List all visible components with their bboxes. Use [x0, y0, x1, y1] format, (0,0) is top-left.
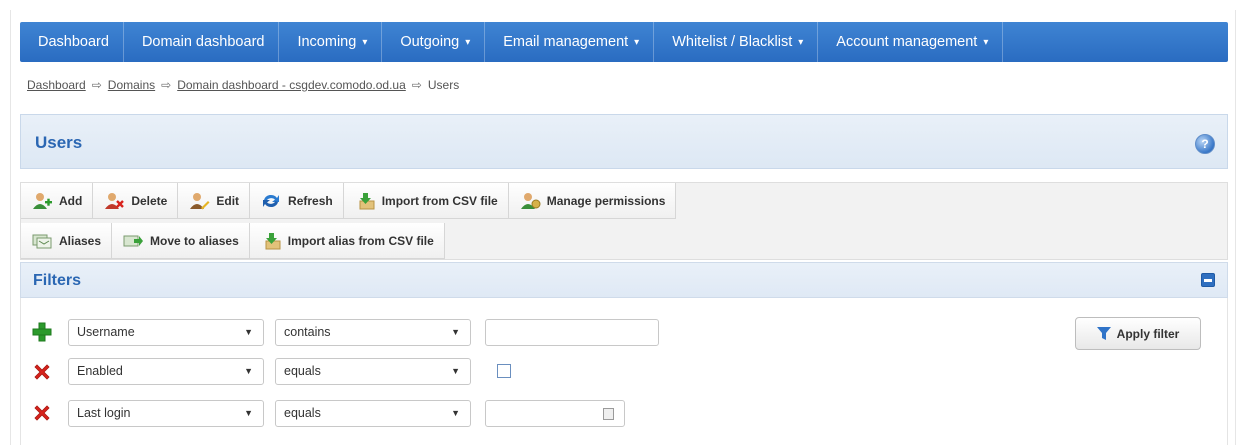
nav-label: Incoming — [297, 34, 357, 50]
button-label: Manage permissions — [546, 193, 666, 208]
filter-row: Last login ▼ equals ▼ — [32, 399, 1032, 427]
filter-value-checkbox[interactable] — [497, 364, 511, 378]
button-label: Add — [59, 193, 83, 208]
nav-domain-dashboard[interactable]: Domain dashboard — [124, 22, 280, 62]
dropdown-arrow-icon: ▼ — [244, 327, 253, 337]
dropdown-arrow-icon: ▼ — [244, 408, 253, 418]
aliases-icon — [32, 234, 52, 248]
permissions-icon — [520, 192, 541, 209]
button-label: Delete — [131, 193, 168, 208]
dropdown-arrow-icon: ▼ — [244, 366, 253, 376]
import-csv-icon — [359, 192, 375, 209]
add-user-button[interactable]: Add — [21, 183, 94, 219]
button-label: Import from CSV file — [381, 193, 498, 208]
dropdown-arrow-icon: ▼ — [451, 408, 460, 418]
nav-label: Whitelist / Blacklist — [672, 34, 793, 50]
chevron-down-icon: ▾ — [362, 36, 368, 48]
filter-field-select[interactable]: Username ▼ — [68, 319, 264, 346]
help-icon[interactable]: ? — [1195, 134, 1215, 154]
select-value: Last login — [77, 406, 131, 420]
button-label: Aliases — [59, 233, 102, 248]
filter-field-select[interactable]: Last login ▼ — [68, 400, 264, 427]
select-value: equals — [284, 406, 321, 420]
refresh-icon — [263, 194, 280, 207]
select-value: Enabled — [77, 364, 123, 378]
move-to-aliases-button[interactable]: Move to aliases — [112, 223, 250, 259]
delete-user-button[interactable]: Delete — [93, 183, 179, 219]
calendar-icon[interactable] — [603, 408, 614, 420]
nav-dashboard[interactable]: Dashboard — [20, 22, 124, 62]
dropdown-arrow-icon: ▼ — [451, 366, 460, 376]
move-to-aliases-icon — [123, 235, 144, 246]
toolbar-row-2: Aliases Move to aliases Import alias fro… — [21, 223, 445, 259]
breadcrumb-link-domains[interactable]: Domains — [108, 78, 155, 92]
manage-permissions-button[interactable]: Manage permissions — [508, 183, 677, 219]
chevron-down-icon: ▾ — [465, 36, 471, 48]
arrow-right-icon: ⇨ — [161, 78, 172, 92]
nav-whitelist-blacklist[interactable]: Whitelist / Blacklist ▾ — [654, 22, 819, 62]
filter-row: Enabled ▼ equals ▼ — [32, 358, 1032, 386]
filters-header: Filters — [20, 262, 1228, 298]
nav-label: Email management — [503, 34, 629, 50]
nav-outgoing[interactable]: Outgoing ▾ — [382, 22, 486, 62]
breadcrumb-current: Users — [427, 78, 460, 92]
apply-filter-button[interactable]: Apply filter — [1075, 317, 1201, 350]
import-csv-button[interactable]: Import from CSV file — [343, 183, 509, 219]
nav-email-management[interactable]: Email management ▾ — [485, 22, 655, 62]
nav-label: Domain dashboard — [141, 34, 265, 50]
chevron-down-icon: ▾ — [983, 36, 989, 48]
filter-operator-select[interactable]: equals ▼ — [275, 358, 471, 385]
breadcrumb: Dashboard ⇨ Domains ⇨ Domain dashboard -… — [27, 76, 459, 94]
refresh-button[interactable]: Refresh — [250, 183, 344, 219]
filter-row: Username ▼ contains ▼ — [32, 318, 1032, 346]
filter-field-select[interactable]: Enabled ▼ — [68, 358, 264, 385]
user-add-icon — [33, 192, 52, 209]
import-alias-csv-icon — [265, 232, 281, 249]
select-value: equals — [284, 364, 321, 378]
edit-user-button[interactable]: Edit — [178, 183, 251, 219]
funnel-icon — [1096, 326, 1111, 340]
breadcrumb-link-domain-dashboard[interactable]: Domain dashboard - csgdev.comodo.od.ua — [177, 78, 406, 92]
filters-title: Filters — [33, 272, 82, 289]
toolbar: Add Delete Edit Refresh Import from CSV … — [20, 182, 1228, 260]
nav-incoming[interactable]: Incoming ▾ — [279, 22, 383, 62]
nav-account-management[interactable]: Account management ▾ — [818, 22, 1004, 62]
nav-label: Account management — [836, 34, 978, 50]
user-edit-icon — [190, 192, 210, 209]
arrow-right-icon: ⇨ — [411, 78, 422, 92]
filter-operator-select[interactable]: contains ▼ — [275, 319, 471, 346]
button-label: Refresh — [288, 193, 333, 208]
filter-value-input[interactable] — [485, 319, 659, 346]
remove-filter-icon[interactable] — [32, 362, 52, 382]
aliases-button[interactable]: Aliases — [21, 223, 113, 259]
button-label: Edit — [216, 193, 240, 208]
button-label: Apply filter — [1116, 326, 1180, 341]
breadcrumb-link-dashboard[interactable]: Dashboard — [27, 78, 86, 92]
nav-label: Outgoing — [400, 34, 460, 50]
toolbar-row-1: Add Delete Edit Refresh Import from CSV … — [21, 183, 677, 219]
filter-operator-select[interactable]: equals ▼ — [275, 400, 471, 427]
add-filter-icon[interactable] — [32, 322, 52, 342]
select-value: contains — [284, 325, 331, 339]
users-panel-header: Users ? — [20, 114, 1228, 169]
page-title: Users — [35, 133, 83, 152]
collapse-icon[interactable] — [1201, 273, 1215, 287]
main-nav: Dashboard Domain dashboard Incoming ▾ Out… — [20, 22, 1228, 62]
button-label: Import alias from CSV file — [287, 233, 434, 248]
user-delete-icon — [105, 192, 125, 209]
remove-filter-icon[interactable] — [32, 403, 52, 423]
filter-date-input[interactable] — [485, 400, 625, 427]
button-label: Move to aliases — [150, 233, 239, 248]
chevron-down-icon: ▾ — [798, 36, 804, 48]
select-value: Username — [77, 325, 135, 339]
arrow-right-icon: ⇨ — [91, 78, 102, 92]
chevron-down-icon: ▾ — [634, 36, 640, 48]
nav-label: Dashboard — [38, 34, 109, 50]
dropdown-arrow-icon: ▼ — [451, 327, 460, 337]
import-alias-csv-button[interactable]: Import alias from CSV file — [249, 223, 445, 259]
